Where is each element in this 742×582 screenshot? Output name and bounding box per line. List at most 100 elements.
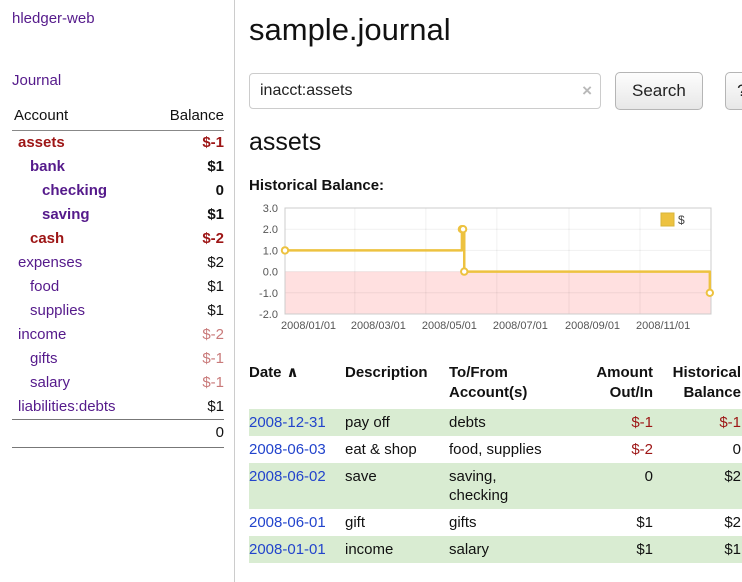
- search-input[interactable]: [249, 73, 601, 109]
- x-axis-tick-label: 2008/07/01: [493, 320, 548, 332]
- transaction-balance: $1: [661, 536, 742, 563]
- chart-point[interactable]: [461, 268, 467, 274]
- transaction-balance: $2: [661, 509, 742, 536]
- register-body: 2008-12-31pay offdebts$-1$-12008-06-03ea…: [249, 409, 742, 563]
- transaction-description: income: [345, 536, 449, 563]
- account-link[interactable]: gifts: [30, 350, 58, 367]
- account-link[interactable]: income: [18, 326, 66, 343]
- search-button[interactable]: Search: [615, 72, 703, 110]
- account-balance: $1: [149, 395, 224, 420]
- account-link[interactable]: assets: [18, 134, 65, 151]
- account-balance: $-1: [149, 347, 224, 371]
- account-name-cell: liabilities:debts: [12, 395, 149, 420]
- transaction-date-link[interactable]: 2008-06-01: [249, 514, 326, 531]
- transaction-description: pay off: [345, 409, 449, 436]
- transaction-amount: $-1: [581, 409, 661, 436]
- account-row: supplies $1: [12, 299, 224, 323]
- account-balance: $-1: [149, 131, 224, 156]
- register-col-balance: HistoricalBalance: [661, 361, 742, 409]
- transaction-balance: $-1: [661, 409, 742, 436]
- register-row: 2008-12-31pay offdebts$-1$-1: [249, 409, 742, 436]
- account-name-cell: food: [12, 275, 149, 299]
- account-balance: $-2: [149, 227, 224, 251]
- balance-chart[interactable]: 3.02.01.00.0-1.0-2.02008/01/012008/03/01…: [249, 200, 742, 345]
- x-axis-tick-label: 2008/09/01: [565, 320, 620, 332]
- transaction-accounts: gifts: [449, 509, 581, 536]
- account-name-cell: gifts: [12, 347, 149, 371]
- account-link[interactable]: saving: [42, 206, 90, 223]
- transaction-date-link[interactable]: 2008-12-31: [249, 414, 326, 431]
- transaction-date-cell: 2008-12-31: [249, 409, 345, 436]
- account-heading: assets: [249, 128, 742, 157]
- account-name-cell: bank: [12, 155, 149, 179]
- accounts-header-row: Account Balance: [12, 105, 224, 131]
- app-root: hledger-web Journal Account Balance asse…: [0, 0, 742, 582]
- y-axis-tick-label: 2.0: [263, 224, 278, 236]
- accounts-header-balance: Balance: [149, 105, 224, 131]
- account-link[interactable]: salary: [30, 374, 70, 391]
- accounts-total-spacer: [12, 420, 149, 448]
- account-name-cell: supplies: [12, 299, 149, 323]
- y-axis-tick-label: 0.0: [263, 267, 278, 279]
- account-row: expenses $2: [12, 251, 224, 275]
- account-row: bank$1: [12, 155, 224, 179]
- transaction-date-link[interactable]: 2008-06-03: [249, 441, 326, 458]
- transaction-date-link[interactable]: 2008-01-01: [249, 541, 326, 558]
- account-row: food $1: [12, 275, 224, 299]
- sidebar-item-journal[interactable]: Journal: [12, 72, 61, 89]
- account-name-cell: checking: [12, 179, 149, 203]
- account-link[interactable]: food: [30, 278, 59, 295]
- account-link[interactable]: cash: [30, 230, 64, 247]
- transaction-description: save: [345, 463, 449, 509]
- chart-point[interactable]: [282, 247, 288, 253]
- account-name-cell: cash: [12, 227, 149, 251]
- account-link[interactable]: liabilities:debts: [18, 398, 116, 415]
- sidebar: hledger-web Journal Account Balance asse…: [0, 0, 235, 582]
- account-balance: $2: [149, 251, 224, 275]
- account-name-cell: salary: [12, 371, 149, 395]
- chart-point[interactable]: [460, 226, 466, 232]
- transaction-balance: $2: [661, 463, 742, 509]
- app-title-link[interactable]: hledger-web: [12, 10, 95, 27]
- account-row: salary $-1: [12, 371, 224, 395]
- account-balance: $1: [149, 203, 224, 227]
- chart-title: Historical Balance:: [249, 177, 742, 194]
- account-balance: 0: [149, 179, 224, 203]
- account-row: checking 0: [12, 179, 224, 203]
- transaction-accounts: saving, checking: [449, 463, 581, 509]
- register-col-date[interactable]: Date∧: [249, 361, 345, 409]
- main-content: sample.journal × Search ? assets Histori…: [235, 0, 742, 582]
- transaction-amount: $1: [581, 509, 661, 536]
- x-axis-tick-label: 2008/03/01: [351, 320, 406, 332]
- account-link[interactable]: checking: [42, 182, 107, 199]
- register-col-description: Description: [345, 361, 449, 409]
- account-balance: $-1: [149, 371, 224, 395]
- register-row: 2008-06-02savesaving, checking0$2: [249, 463, 742, 509]
- transaction-date-cell: 2008-06-01: [249, 509, 345, 536]
- account-link[interactable]: expenses: [18, 254, 82, 271]
- sort-asc-icon[interactable]: ∧: [287, 364, 299, 381]
- account-name-cell: saving: [12, 203, 149, 227]
- transaction-amount: $1: [581, 536, 661, 563]
- x-axis-tick-label: 2008/05/01: [422, 320, 477, 332]
- accounts-total-row: 0: [12, 420, 224, 448]
- y-axis-tick-label: -2.0: [259, 309, 278, 321]
- account-balance: $1: [149, 299, 224, 323]
- y-axis-tick-label: 1.0: [263, 245, 278, 257]
- register-row: 2008-06-01giftgifts$1$2: [249, 509, 742, 536]
- account-row: gifts $-1: [12, 347, 224, 371]
- accounts-table: Account Balance assets$-1bank$1checking0…: [12, 105, 224, 448]
- account-link[interactable]: bank: [30, 158, 65, 175]
- account-link[interactable]: supplies: [30, 302, 85, 319]
- transaction-balance: 0: [661, 436, 742, 463]
- account-balance: $-2: [149, 323, 224, 347]
- accounts-table-body: assets$-1bank$1checking0saving$1cash$-2e…: [12, 131, 224, 420]
- accounts-header-account: Account: [12, 105, 149, 131]
- transaction-amount: $-2: [581, 436, 661, 463]
- chart-point[interactable]: [707, 290, 713, 296]
- help-button[interactable]: ?: [725, 72, 742, 110]
- account-name-cell: income: [12, 323, 149, 347]
- clear-search-icon[interactable]: ×: [582, 81, 592, 101]
- transaction-date-link[interactable]: 2008-06-02: [249, 468, 326, 485]
- account-balance: $1: [149, 275, 224, 299]
